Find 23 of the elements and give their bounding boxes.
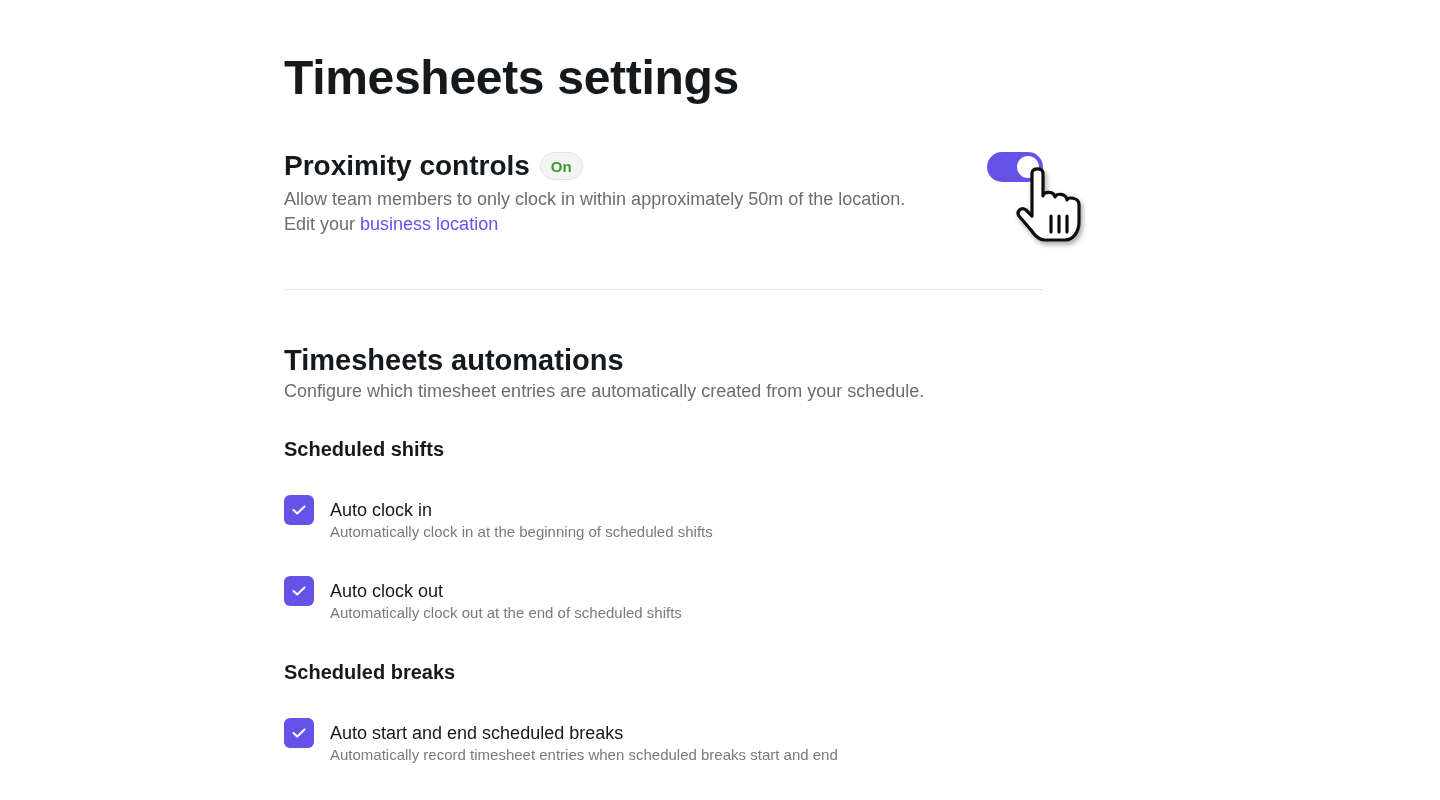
option-label: Auto clock out [330, 580, 444, 603]
section-heading: Proximity controls [284, 150, 530, 182]
group-heading: Scheduled breaks [284, 660, 456, 685]
checkmark-icon [292, 728, 306, 738]
page-title: Timesheets settings [284, 50, 739, 106]
section-description: Allow team members to only clock in within approximately 50m of the location. [284, 188, 906, 211]
section-description: Configure which timesheet entries are automatically created from your schedule. [284, 380, 925, 403]
group-heading: Scheduled shifts [284, 437, 445, 462]
checkbox[interactable] [284, 718, 314, 748]
checkbox[interactable] [284, 495, 314, 525]
toggle-switch[interactable] [987, 152, 1043, 182]
option-description: Automatically clock out at the end of scheduled shifts [330, 603, 682, 623]
option-description: Automatically clock in at the beginning of scheduled shifts [330, 522, 713, 542]
option-label: Auto clock in [330, 499, 433, 522]
location-hint: Edit your business location [284, 213, 499, 236]
checkbox[interactable] [284, 576, 314, 606]
option-label: Auto start and end scheduled breaks [330, 722, 624, 745]
status-badge: On [539, 152, 583, 180]
section-heading: Timesheets automations [284, 343, 624, 378]
checkmark-icon [292, 586, 306, 596]
checkmark-icon [292, 505, 306, 515]
option-description: Automatically record timesheet entries when scheduled breaks start and end [330, 745, 838, 765]
business-location-link[interactable]: business location [360, 214, 499, 234]
